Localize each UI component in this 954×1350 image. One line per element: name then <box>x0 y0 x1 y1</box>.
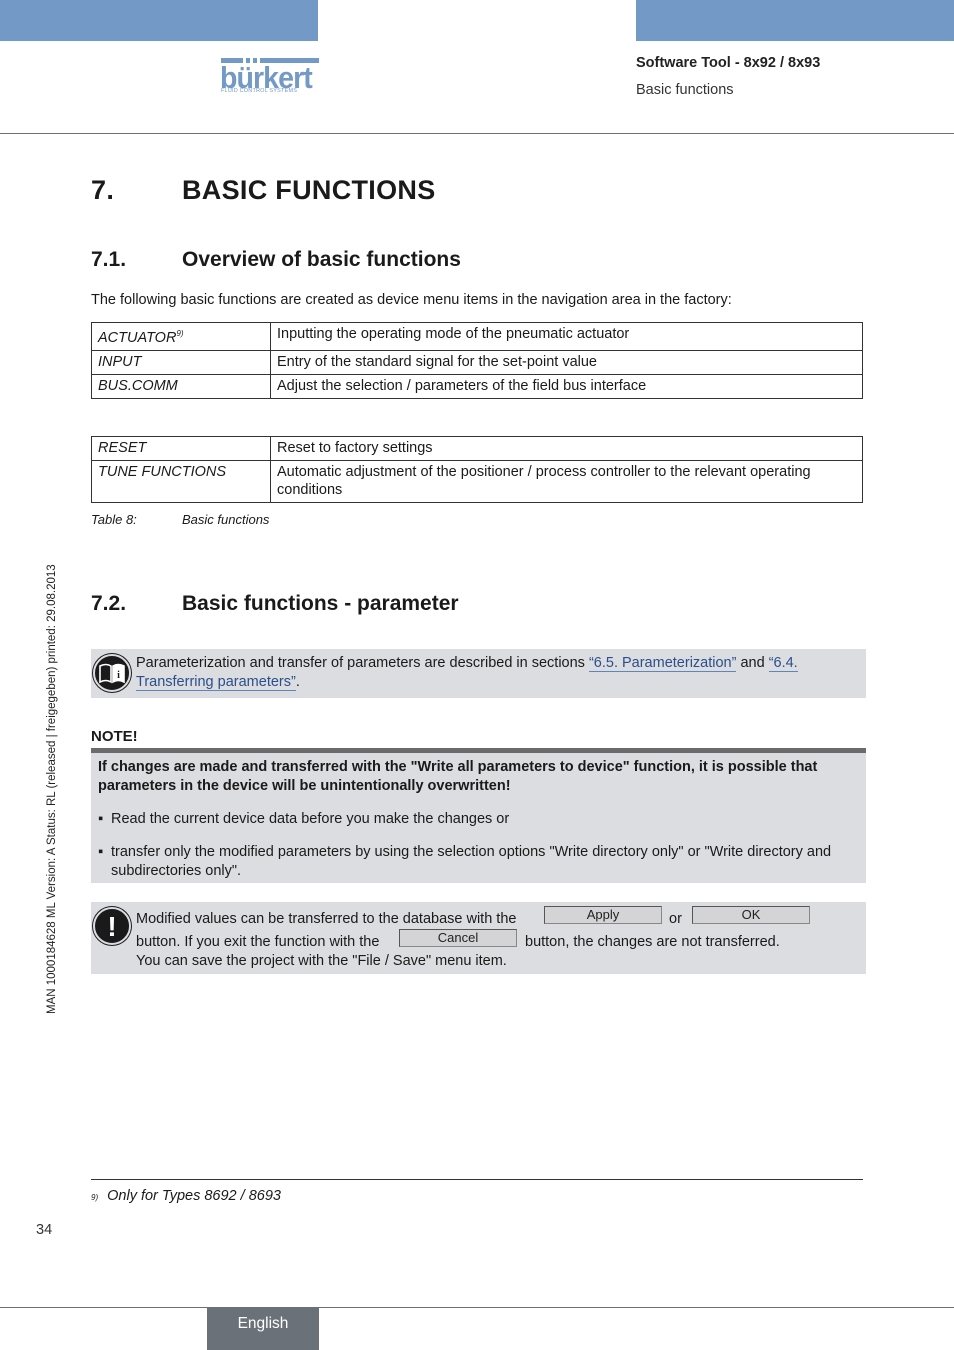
page-number: 34 <box>36 1222 53 1238</box>
caption-label: Table 8: <box>91 512 137 527</box>
warning-line-2: button. If you exit the function with th… <box>136 934 380 950</box>
logo-subtitle: FLUID CONTROL SYSTEMS <box>221 88 298 94</box>
warning-line-1: Modified values can be transferred to th… <box>136 911 517 927</box>
caption-text: Basic functions <box>182 512 270 527</box>
warning-line-2-end: button, the changes are not transferred. <box>525 934 780 950</box>
functions-table-2: RESET Reset to factory settings TUNE FUN… <box>91 436 863 503</box>
warning-or: or <box>669 911 682 927</box>
chapter-number: 7. <box>91 175 115 205</box>
header-bar-right <box>636 0 954 41</box>
section-number: 7.2. <box>91 592 127 615</box>
function-description: Adjust the selection / parameters of the… <box>270 373 863 399</box>
function-description: Entry of the standard signal for the set… <box>270 349 863 375</box>
bullet-icon: ▪ <box>98 811 104 827</box>
note-label: NOTE! <box>91 728 138 745</box>
function-key: ACTUATOR9) <box>91 322 271 351</box>
language-tab: English <box>207 1308 319 1350</box>
chapter-title: BASIC FUNCTIONS <box>182 175 436 205</box>
bullet-icon: ▪ <box>98 844 104 860</box>
function-description: Automatic adjustment of the positioner /… <box>270 460 863 503</box>
warning-line-3: You can save the project with the "File … <box>136 953 507 969</box>
info-text: Parameterization and transfer of paramet… <box>136 655 798 691</box>
section-number: 7.1. <box>91 248 127 271</box>
section-intro: The following basic functions are create… <box>91 292 732 308</box>
document-title: Software Tool - 8x92 / 8x93 <box>636 55 821 71</box>
note-heading: If changes are made and transferred with… <box>98 759 818 794</box>
section-heading-7-1: 7.1. Overview of basic functions <box>91 248 461 272</box>
function-key: RESET <box>91 436 271 461</box>
exclamation-icon: ! <box>93 907 131 945</box>
header-divider <box>0 133 954 134</box>
document-subtitle: Basic functions <box>636 82 734 98</box>
function-description: Reset to factory settings <box>270 436 863 461</box>
ok-button[interactable]: OK <box>692 906 810 924</box>
list-item: ▪ Read the current device data before you… <box>98 811 510 827</box>
function-key: BUS.COMM <box>91 373 271 399</box>
section-title: Overview of basic functions <box>182 248 461 271</box>
book-info-icon: i <box>93 654 131 692</box>
footnote-ref: 9) <box>176 329 184 338</box>
footnote: 9) Only for Types 8692 / 8693 <box>91 1188 281 1204</box>
list-item: ▪ transfer only the modified parameters b… <box>98 844 832 879</box>
header-bar-left <box>0 0 318 41</box>
cancel-button[interactable]: Cancel <box>399 929 517 947</box>
chapter-heading: 7. BASIC FUNCTIONS <box>91 175 436 206</box>
table-row: RESET Reset to factory settings <box>91 436 863 461</box>
footnote-mark: 9) <box>91 1193 99 1202</box>
note-box: If changes are made and transferred with… <box>91 753 866 883</box>
apply-button[interactable]: Apply <box>544 906 662 924</box>
table-caption: Table 8: Basic functions <box>91 512 269 527</box>
section-title: Basic functions - parameter <box>182 592 459 615</box>
link-parameterization[interactable]: “6.5. Parameterization” <box>588 655 737 672</box>
footnote-text: Only for Types 8692 / 8693 <box>107 1188 281 1204</box>
footnote-divider <box>91 1179 863 1180</box>
table-row: BUS.COMM Adjust the selection / paramete… <box>91 373 863 399</box>
table-row: TUNE FUNCTIONS Automatic adjustment of t… <box>91 460 863 503</box>
svg-text:i: i <box>117 670 120 681</box>
function-description: Inputting the operating mode of the pneu… <box>270 322 863 351</box>
functions-table-1: ACTUATOR9) Inputting the operating mode … <box>91 322 863 399</box>
table-row: ACTUATOR9) Inputting the operating mode … <box>91 322 863 351</box>
function-key: TUNE FUNCTIONS <box>91 460 271 503</box>
section-heading-7-2: 7.2. Basic functions - parameter <box>91 592 459 616</box>
info-box: i Parameterization and transfer of param… <box>91 649 866 698</box>
footer-divider <box>0 1307 954 1308</box>
function-key: INPUT <box>91 349 271 375</box>
warning-box: ! Modified values can be transferred to … <box>91 902 866 974</box>
table-row: INPUT Entry of the standard signal for t… <box>91 349 863 375</box>
document-metadata-sidebar: MAN 1000184628 ML Version: A Status: RL … <box>46 564 58 1014</box>
burkert-logo: bürkert FLUID CONTROL SYSTEMS <box>220 58 319 98</box>
